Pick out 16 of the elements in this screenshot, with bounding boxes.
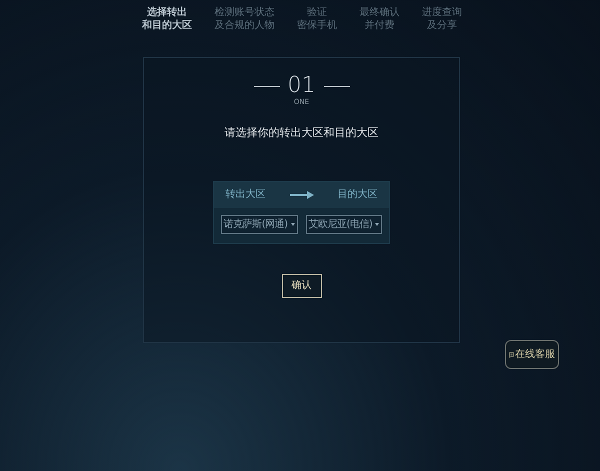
from-server-dropdown[interactable]: 诺克萨斯(网通) bbox=[220, 214, 298, 234]
step-tab[interactable]: 检测账号状态 及合规的人物 bbox=[214, 6, 274, 32]
to-server-dropdown[interactable]: 艾欧尼亚(电信) bbox=[306, 214, 382, 234]
to-label: 目的大区 bbox=[337, 188, 378, 202]
heading: 请选择你的转出大区和目的大区 bbox=[224, 125, 378, 141]
step-tab[interactable]: 最终确认 并付费 bbox=[360, 6, 400, 32]
step-tab[interactable]: 选择转出 和目的大区 bbox=[142, 6, 192, 32]
caret-icon bbox=[290, 222, 294, 226]
step-tab[interactable]: 进度查询 及分享 bbox=[422, 6, 462, 32]
step-number: 01 bbox=[288, 74, 316, 98]
confirm-button[interactable]: 确认 bbox=[282, 274, 322, 298]
caret-icon bbox=[375, 222, 380, 226]
arrow-icon bbox=[290, 190, 314, 198]
from-label: 转出大区 bbox=[226, 188, 266, 202]
chat-button[interactable]: 在线客服 bbox=[505, 340, 559, 369]
step-tab[interactable]: 验证 密保手机 bbox=[297, 6, 337, 32]
